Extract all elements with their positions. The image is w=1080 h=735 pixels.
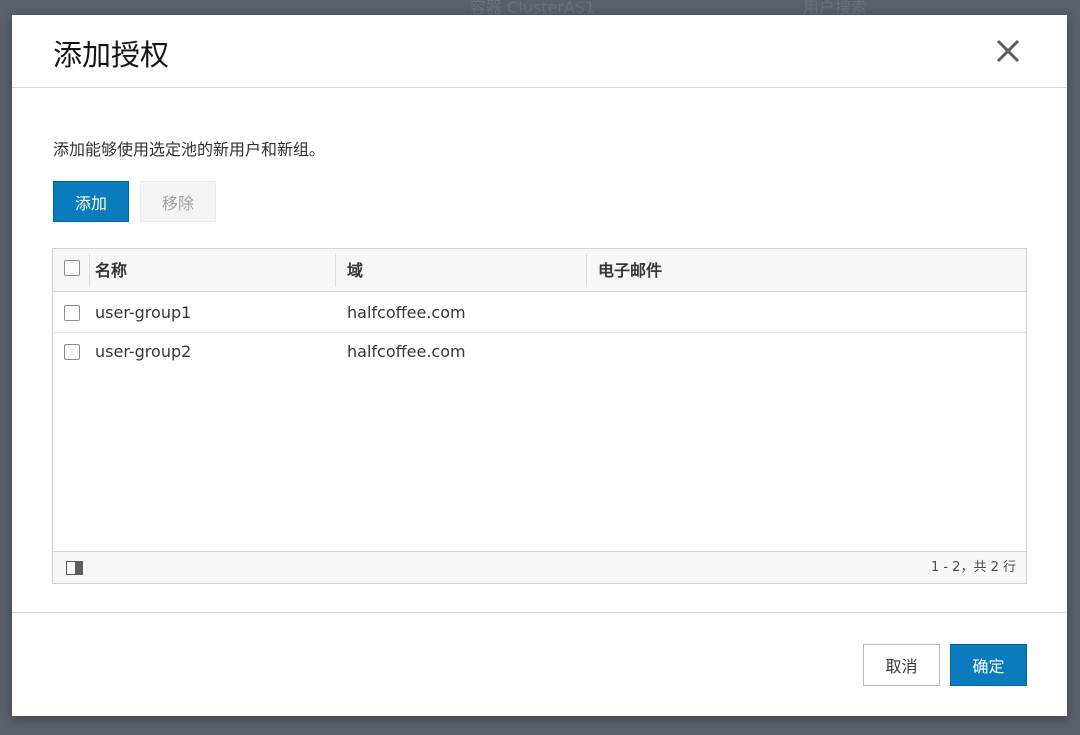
row-domain: halfcoffee.com xyxy=(347,303,466,322)
column-separator xyxy=(586,254,587,287)
row-checkbox[interactable] xyxy=(64,344,80,360)
column-header-domain[interactable]: 域 xyxy=(347,249,363,292)
row-name: user-group1 xyxy=(95,303,192,322)
table-header: 名称 域 电子邮件 xyxy=(53,249,1026,292)
table-row[interactable]: user-group2 halfcoffee.com xyxy=(53,333,1026,373)
cancel-button[interactable]: 取消 xyxy=(863,644,940,686)
dialog-description: 添加能够使用选定池的新用户和新组。 xyxy=(53,140,326,159)
dialog-footer: 取消 确定 xyxy=(12,612,1067,716)
select-all-checkbox[interactable] xyxy=(64,260,80,276)
ok-button[interactable]: 确定 xyxy=(950,644,1027,686)
close-icon xyxy=(996,39,1020,63)
add-button[interactable]: 添加 xyxy=(53,181,129,222)
table-footer: 1 - 2，共 2 行 xyxy=(53,551,1026,583)
column-separator xyxy=(89,254,90,287)
pagination-info: 1 - 2，共 2 行 xyxy=(930,560,1016,575)
row-checkbox[interactable] xyxy=(64,305,80,321)
dialog-header: 添加授权 xyxy=(12,15,1067,88)
column-header-name[interactable]: 名称 xyxy=(95,249,127,292)
dialog-title: 添加授权 xyxy=(53,38,170,72)
row-domain: halfcoffee.com xyxy=(347,342,466,361)
column-toggle-icon[interactable] xyxy=(66,561,83,575)
row-name: user-group2 xyxy=(95,342,192,361)
authorization-table: 名称 域 电子邮件 user-group1 halfcoffee.com use… xyxy=(52,248,1027,584)
remove-button[interactable]: 移除 xyxy=(140,181,216,222)
close-button[interactable] xyxy=(992,35,1024,67)
column-separator xyxy=(335,254,336,287)
table-row[interactable]: user-group1 halfcoffee.com xyxy=(53,293,1026,333)
add-authorization-dialog: 添加授权 添加能够使用选定池的新用户和新组。 添加 移除 名称 域 电子邮件 u… xyxy=(12,15,1067,716)
column-header-email[interactable]: 电子邮件 xyxy=(598,249,662,292)
